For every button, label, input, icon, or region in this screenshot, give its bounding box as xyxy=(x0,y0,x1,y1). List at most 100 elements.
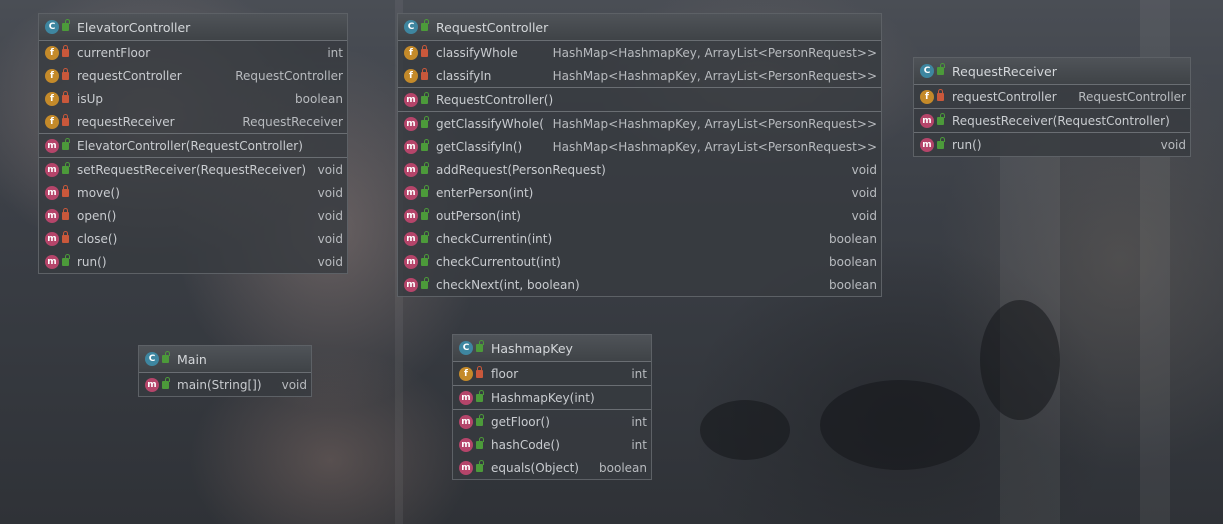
method-row[interactable]: m getFloor() int xyxy=(453,410,651,433)
public-lock-icon xyxy=(421,253,429,266)
method-icon: m xyxy=(404,277,418,292)
field-type: HashMap<HashmapKey, ArrayList<PersonRequ… xyxy=(552,45,877,60)
class-name: RequestReceiver xyxy=(952,63,1057,79)
method-name: checkNext(int, boolean) xyxy=(436,277,580,292)
class-header[interactable]: C Main xyxy=(139,346,311,373)
field-name: classifyWhole xyxy=(436,45,518,60)
field-row[interactable]: f floor int xyxy=(453,362,651,385)
class-hashmap-key[interactable]: C HashmapKey f floor int m HashmapKey(int) … xyxy=(452,334,652,480)
method-row[interactable]: m checkCurrentin(int) boolean xyxy=(398,227,881,250)
field-name: requestReceiver xyxy=(77,114,175,129)
class-icon: C xyxy=(404,20,418,34)
field-name: requestController xyxy=(77,68,182,83)
field-icon: f xyxy=(404,45,418,60)
method-name: hashCode() xyxy=(491,437,560,452)
method-type: HashMap<HashmapKey, ArrayList<PersonRequ… xyxy=(552,116,877,131)
method-row[interactable]: m checkNext(int, boolean) boolean xyxy=(398,273,881,296)
method-type: void xyxy=(317,162,343,177)
class-header[interactable]: C HashmapKey xyxy=(453,335,651,362)
method-type: void xyxy=(851,185,877,200)
method-row[interactable]: m enterPerson(int) void xyxy=(398,181,881,204)
method-row[interactable]: m move() void xyxy=(39,181,347,204)
field-row[interactable]: f currentFloor int xyxy=(39,41,347,64)
fields-section: f floor int xyxy=(453,362,651,386)
field-type: RequestController xyxy=(235,68,343,83)
field-type: RequestReceiver xyxy=(242,114,343,129)
method-row[interactable]: m hashCode() int xyxy=(453,433,651,456)
constructor-row[interactable]: m RequestController() xyxy=(398,88,881,111)
method-row[interactable]: m main(String[]) void xyxy=(139,373,311,396)
class-main[interactable]: C Main m main(String[]) void xyxy=(138,345,312,397)
method-row[interactable]: m checkCurrentout(int) boolean xyxy=(398,250,881,273)
public-lock-icon xyxy=(476,389,484,402)
field-row[interactable]: f requestController RequestController xyxy=(914,85,1190,108)
method-icon: m xyxy=(404,116,418,131)
method-name: checkCurrentin(int) xyxy=(436,231,553,246)
public-lock-icon xyxy=(421,19,429,31)
methods-section: m run() void xyxy=(914,133,1190,156)
method-type: void xyxy=(281,377,307,392)
private-lock-icon xyxy=(62,207,69,220)
method-icon: m xyxy=(45,208,59,223)
field-icon: f xyxy=(459,366,473,381)
field-row[interactable]: f requestReceiver RequestReceiver xyxy=(39,110,347,133)
class-request-receiver[interactable]: C RequestReceiver f requestController Requ… xyxy=(913,57,1191,157)
method-name: getClassifyIn() xyxy=(436,139,523,154)
method-type: boolean xyxy=(829,231,877,246)
method-name: outPerson(int) xyxy=(436,208,521,223)
method-row[interactable]: m close() void xyxy=(39,227,347,250)
fields-section: f requestController RequestController xyxy=(914,85,1190,109)
class-elevator-controller[interactable]: C ElevatorController f currentFloor int f r… xyxy=(38,13,348,274)
method-type: void xyxy=(851,162,877,177)
class-icon: C xyxy=(459,341,473,355)
method-type: void xyxy=(317,231,343,246)
private-lock-icon xyxy=(476,365,483,378)
constructor-row[interactable]: m HashmapKey(int) xyxy=(453,386,651,409)
constructor-row[interactable]: m RequestReceiver(RequestController) xyxy=(914,109,1190,132)
field-name: currentFloor xyxy=(77,45,151,60)
method-row[interactable]: m equals(Object) boolean xyxy=(453,456,651,479)
method-row[interactable]: m addRequest(PersonRequest) void xyxy=(398,158,881,181)
field-icon: f xyxy=(920,89,934,104)
field-type: HashMap<HashmapKey, ArrayList<PersonRequ… xyxy=(552,68,877,83)
field-row[interactable]: f classifyWhole HashMap<HashmapKey, ArrayL… xyxy=(398,41,881,64)
class-header[interactable]: C ElevatorController xyxy=(39,14,347,41)
constructor-row[interactable]: m ElevatorController(RequestController) xyxy=(39,134,347,157)
method-type: void xyxy=(1160,137,1186,152)
method-row[interactable]: m getClassifyWhole() HashMap<HashmapKey, A… xyxy=(398,112,881,135)
public-lock-icon xyxy=(476,340,484,352)
method-row[interactable]: m run() void xyxy=(914,133,1190,156)
method-icon: m xyxy=(404,254,418,269)
field-row[interactable]: f classifyIn HashMap<HashmapKey, ArrayList… xyxy=(398,64,881,87)
method-row[interactable]: m run() void xyxy=(39,250,347,273)
method-name: open() xyxy=(77,208,117,223)
method-icon: m xyxy=(404,139,418,154)
method-name: checkCurrentout(int) xyxy=(436,254,561,269)
method-name: move() xyxy=(77,185,120,200)
constructors-section: m RequestReceiver(RequestController) xyxy=(914,109,1190,133)
method-row[interactable]: m setRequestReceiver(RequestReceiver) void xyxy=(39,158,347,181)
field-icon: f xyxy=(45,68,59,83)
field-row[interactable]: f requestController RequestController xyxy=(39,64,347,87)
public-lock-icon xyxy=(162,376,170,389)
public-lock-icon xyxy=(937,112,945,125)
class-request-controller[interactable]: C RequestController f classifyWhole HashMa… xyxy=(397,13,882,297)
field-icon: f xyxy=(45,91,59,106)
class-header[interactable]: C RequestReceiver xyxy=(914,58,1190,85)
fields-section: f classifyWhole HashMap<HashmapKey, ArrayL… xyxy=(398,41,881,88)
public-lock-icon xyxy=(421,161,429,174)
method-row[interactable]: m open() void xyxy=(39,204,347,227)
method-name: close() xyxy=(77,231,118,246)
field-row[interactable]: f isUp boolean xyxy=(39,87,347,110)
method-row[interactable]: m outPerson(int) void xyxy=(398,204,881,227)
method-name: setRequestReceiver(RequestReceiver) xyxy=(77,162,307,177)
method-icon: m xyxy=(45,185,59,200)
class-header[interactable]: C RequestController xyxy=(398,14,881,41)
method-type: int xyxy=(631,414,647,429)
method-row[interactable]: m getClassifyIn() HashMap<HashmapKey, Arra… xyxy=(398,135,881,158)
method-name: addRequest(PersonRequest) xyxy=(436,162,606,177)
public-lock-icon xyxy=(476,413,484,426)
method-icon: m xyxy=(459,414,473,429)
method-icon: m xyxy=(920,113,934,128)
public-lock-icon xyxy=(62,137,70,150)
